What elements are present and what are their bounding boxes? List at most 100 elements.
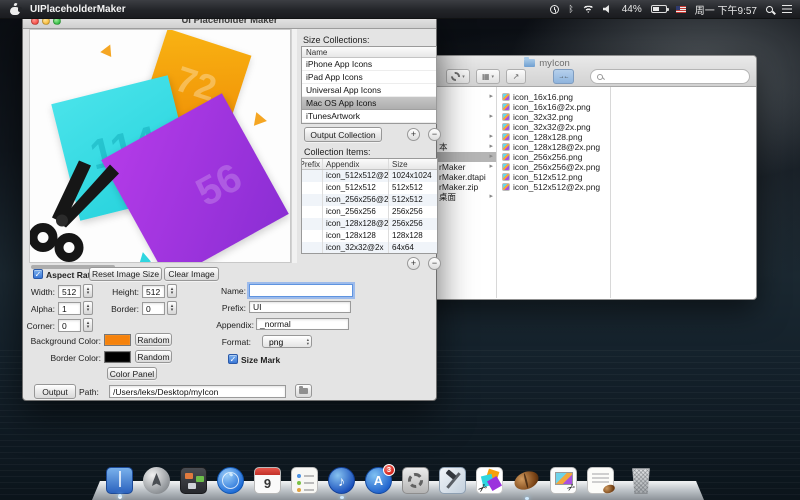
dock-finder-icon[interactable]	[106, 467, 133, 494]
table-row[interactable]: icon_128x128128x128	[302, 230, 437, 242]
volume-icon[interactable]	[603, 5, 613, 13]
appendix-field[interactable]: _normal	[256, 318, 349, 330]
notification-center-icon[interactable]	[782, 5, 792, 13]
dock-xcode-icon[interactable]	[439, 467, 466, 494]
dock-documents-icon[interactable]	[587, 467, 614, 494]
add-collection-button[interactable]: +	[407, 128, 420, 141]
file-item[interactable]: icon_32x32@2x.png	[498, 122, 610, 132]
output-button[interactable]: Output	[34, 384, 76, 399]
chevron-down-icon: ▾	[462, 74, 465, 80]
file-item[interactable]: icon_128x128@2x.png	[498, 142, 610, 152]
grid-view-icon: ▦	[482, 72, 490, 81]
preview-vertical-scrollbar[interactable]	[291, 29, 297, 263]
column-header-name[interactable]: Name	[302, 47, 436, 58]
width-field[interactable]: 512	[58, 285, 81, 298]
dock-app-store-icon[interactable]: A3	[365, 467, 392, 494]
size-collection-row[interactable]: Universal App Icons	[302, 84, 436, 97]
alpha-field[interactable]: 1	[58, 302, 81, 315]
aspect-ratio-checkbox[interactable]: ✓	[33, 269, 43, 279]
share-button[interactable]: ↗	[506, 69, 526, 84]
disclosure-arrow-icon: ▸	[489, 152, 493, 162]
view-options-button[interactable]: ▦ ▾	[476, 69, 500, 84]
file-item[interactable]: icon_256x256@2x.png	[498, 162, 610, 172]
height-field[interactable]: 512	[142, 285, 165, 298]
battery-icon[interactable]	[651, 5, 667, 13]
header-appendix[interactable]: Appendix	[323, 159, 389, 169]
remove-item-button[interactable]: −	[428, 257, 441, 270]
finder-search-input[interactable]	[590, 69, 750, 84]
height-stepper[interactable]: ▴▾	[167, 284, 177, 298]
table-row[interactable]: icon_32x32@2x64x64	[302, 242, 437, 254]
file-item[interactable]: icon_16x16@2x.png	[498, 102, 610, 112]
spotlight-icon[interactable]	[766, 6, 773, 13]
file-item[interactable]: icon_32x32.png	[498, 112, 610, 122]
dock-reminders-icon[interactable]	[291, 467, 318, 494]
battery-percentage: 44%	[622, 4, 642, 15]
bluetooth-icon[interactable]: ᛒ	[568, 5, 573, 14]
size-collection-row[interactable]: iPad App Icons	[302, 71, 436, 84]
size-collection-row[interactable]: iTunesArtwork	[302, 110, 436, 123]
wifi-icon[interactable]	[583, 5, 594, 13]
time-machine-icon[interactable]	[550, 5, 559, 14]
file-item[interactable]: icon_512x512@2x.png	[498, 182, 610, 192]
size-collection-row[interactable]: iPhone App Icons	[302, 58, 436, 71]
collapse-button[interactable]: →←	[553, 69, 574, 84]
dock-coffee-bean-icon[interactable]	[513, 467, 540, 494]
header-prefix[interactable]: Prefix	[302, 159, 323, 169]
dock-itunes-icon[interactable]: ♪	[328, 467, 355, 494]
border-random-button[interactable]: Random	[135, 350, 172, 363]
border-field[interactable]: 0	[142, 302, 165, 315]
input-source-flag-icon[interactable]	[676, 6, 686, 13]
dock-system-preferences-icon[interactable]	[402, 467, 429, 494]
dock-ui-placeholder-maker-icon[interactable]: ✂	[476, 467, 503, 494]
size-mark-checkbox[interactable]: ✓	[228, 354, 238, 364]
dock-launchpad-icon[interactable]	[143, 467, 170, 494]
prefix-field[interactable]: UI	[249, 301, 351, 313]
arrows-inward-icon: →←	[559, 74, 569, 80]
menu-clock[interactable]: 周一 下午9:57	[695, 2, 757, 17]
add-item-button[interactable]: +	[407, 257, 420, 270]
dock-safari-icon[interactable]	[217, 467, 244, 494]
color-panel-button[interactable]: Color Panel	[107, 367, 157, 380]
dock-trash-icon[interactable]	[630, 468, 652, 494]
table-row[interactable]: icon_512x512512x512	[302, 182, 437, 194]
size-collection-row-selected[interactable]: Mac OS App Icons	[302, 97, 436, 110]
output-collection-button[interactable]: Output Collection	[304, 127, 382, 142]
path-field[interactable]: /Users/leks/Desktop/myIcon	[109, 385, 286, 398]
background-color-swatch[interactable]	[104, 334, 131, 346]
reset-image-size-button[interactable]: Reset Image Size	[89, 267, 162, 281]
triangle-decoration	[100, 42, 115, 57]
remove-collection-button[interactable]: −	[428, 128, 441, 141]
size-collections-list: Name iPhone App Icons iPad App Icons Uni…	[301, 46, 437, 124]
table-row[interactable]: icon_256x256256x256	[302, 206, 437, 218]
border-color-swatch[interactable]	[104, 351, 131, 363]
table-row[interactable]: icon_512x512@2x1024x1024	[302, 170, 437, 182]
dock-image-clipper-icon[interactable]: ✂	[550, 467, 577, 494]
dock-mission-control-icon[interactable]	[180, 467, 207, 494]
image-file-icon	[502, 183, 510, 191]
file-item[interactable]: icon_512x512.png	[498, 172, 610, 182]
prefix-label: Prefix:	[203, 303, 246, 313]
action-menu-button[interactable]: ▾	[446, 69, 470, 84]
apple-menu-icon[interactable]	[10, 3, 20, 15]
alpha-stepper[interactable]: ▴▾	[83, 301, 93, 315]
file-item[interactable]: icon_16x16.png	[498, 92, 610, 102]
file-item[interactable]: icon_128x128.png	[498, 132, 610, 142]
clear-image-button[interactable]: Clear Image	[164, 267, 219, 281]
dock-calendar-icon[interactable]: 9	[254, 467, 281, 494]
border-stepper[interactable]: ▴▾	[167, 301, 177, 315]
width-stepper[interactable]: ▴▾	[83, 284, 93, 298]
preview-canvas: 72 114 56	[29, 29, 291, 263]
format-popup[interactable]: png ▴▾	[262, 335, 312, 348]
table-row[interactable]: icon_256x256@2x512x512	[302, 194, 437, 206]
corner-stepper[interactable]: ▴▾	[83, 318, 93, 332]
file-item[interactable]: icon_256x256.png	[498, 152, 610, 162]
corner-field[interactable]: 0	[58, 319, 81, 332]
header-size[interactable]: Size	[389, 159, 437, 169]
name-field[interactable]	[249, 284, 353, 297]
menu-app-name[interactable]: UIPlaceholderMaker	[30, 4, 126, 15]
choose-folder-button[interactable]	[295, 384, 312, 398]
background-random-button[interactable]: Random	[135, 333, 172, 346]
image-file-icon	[502, 153, 510, 161]
table-row[interactable]: icon_128x128@2x256x256	[302, 218, 437, 230]
